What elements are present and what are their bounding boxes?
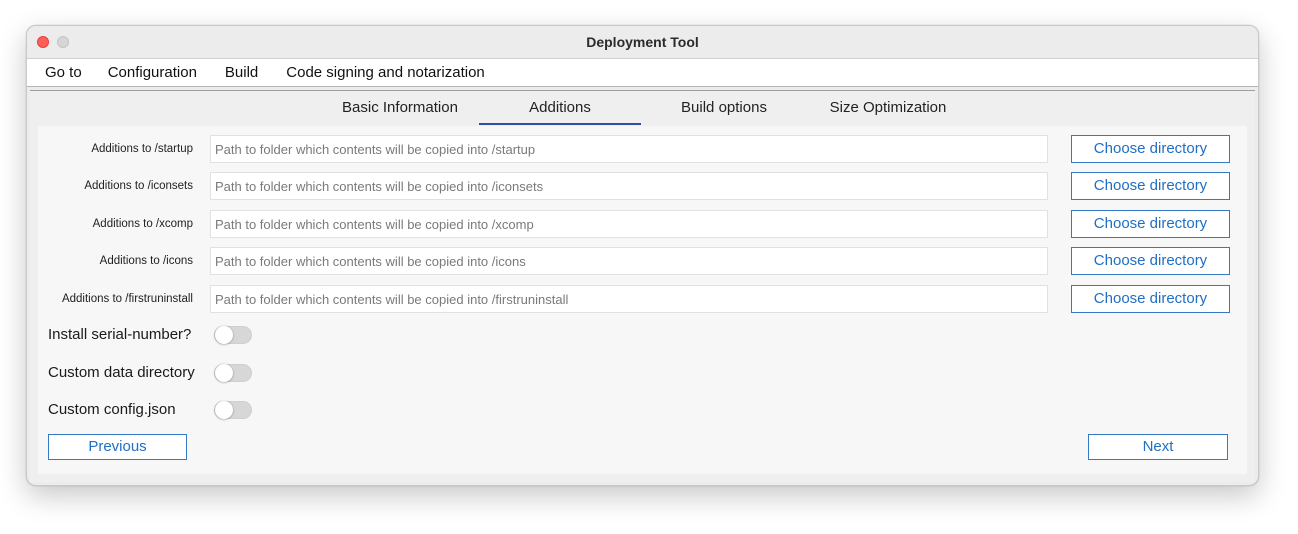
- tab-bar: Basic Information Additions Build option…: [30, 91, 1255, 125]
- window-title: Deployment Tool: [586, 34, 699, 50]
- menu-go-to[interactable]: Go to: [45, 64, 82, 81]
- addition-label-firstruninstall: Additions to /firstruninstall: [61, 293, 193, 305]
- choose-directory-button-startup[interactable]: Choose directory: [1071, 135, 1230, 163]
- next-button[interactable]: Next: [1088, 434, 1228, 460]
- menu-bar: Go to Configuration Build Code signing a…: [27, 59, 1258, 87]
- toggle-knob: [215, 401, 233, 419]
- selected-tab-indicator: [479, 123, 641, 125]
- choose-directory-button-icons[interactable]: Choose directory: [1071, 247, 1230, 275]
- path-input-firstruninstall[interactable]: [210, 285, 1048, 313]
- path-input-icons[interactable]: [210, 247, 1048, 275]
- tab-build-options[interactable]: Build options: [664, 99, 784, 123]
- additions-panel: Additions to /startup Choose directory A…: [38, 126, 1247, 474]
- addition-label-xcomp: Additions to /xcomp: [92, 218, 193, 230]
- previous-button[interactable]: Previous: [48, 434, 187, 460]
- toggle-label-serial-number: Install serial-number?: [48, 326, 192, 343]
- title-bar: Deployment Tool: [27, 26, 1258, 59]
- menu-build[interactable]: Build: [225, 64, 258, 81]
- choose-directory-button-xcomp[interactable]: Choose directory: [1071, 210, 1230, 238]
- toggle-label-custom-config: Custom config.json: [48, 401, 176, 418]
- custom-data-directory-toggle[interactable]: [214, 364, 252, 382]
- addition-row-xcomp: Additions to /xcomp Choose directory: [38, 210, 1247, 240]
- tab-additions[interactable]: Additions: [479, 99, 641, 123]
- serial-number-toggle[interactable]: [214, 326, 252, 344]
- menu-code-signing[interactable]: Code signing and notarization: [286, 64, 484, 81]
- menu-configuration[interactable]: Configuration: [108, 64, 197, 81]
- path-input-startup[interactable]: [210, 135, 1048, 163]
- addition-row-startup: Additions to /startup Choose directory: [38, 135, 1247, 165]
- toggle-knob: [215, 364, 233, 382]
- choose-directory-button-iconsets[interactable]: Choose directory: [1071, 172, 1230, 200]
- addition-label-icons: Additions to /icons: [99, 255, 193, 267]
- tab-size-optimization[interactable]: Size Optimization: [818, 99, 958, 123]
- addition-row-iconsets: Additions to /iconsets Choose directory: [38, 172, 1247, 202]
- path-input-xcomp[interactable]: [210, 210, 1048, 238]
- toggle-knob: [215, 326, 233, 344]
- addition-row-icons: Additions to /icons Choose directory: [38, 247, 1247, 277]
- addition-label-startup: Additions to /startup: [91, 143, 193, 155]
- custom-config-toggle[interactable]: [214, 401, 252, 419]
- tab-basic-information[interactable]: Basic Information: [330, 99, 470, 123]
- choose-directory-button-firstruninstall[interactable]: Choose directory: [1071, 285, 1230, 313]
- path-input-iconsets[interactable]: [210, 172, 1048, 200]
- app-window: Deployment Tool Go to Configuration Buil…: [26, 25, 1259, 486]
- toggle-label-custom-data-directory: Custom data directory: [48, 364, 195, 381]
- addition-row-firstruninstall: Additions to /firstruninstall Choose dir…: [38, 285, 1247, 315]
- content-frame: Basic Information Additions Build option…: [30, 90, 1255, 482]
- addition-label-iconsets: Additions to /iconsets: [84, 180, 193, 192]
